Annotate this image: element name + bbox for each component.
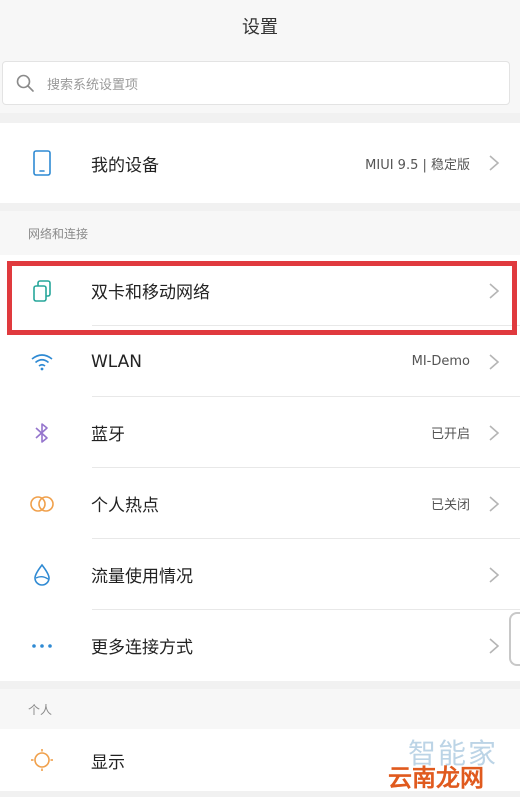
more-connections-row[interactable]: 更多连接方式 xyxy=(0,610,520,681)
top-bar: 设置 xyxy=(0,0,520,52)
wlan-row[interactable]: WLAN MI-Demo xyxy=(0,326,520,397)
hotspot-row[interactable]: 个人热点 已关闭 xyxy=(0,468,520,539)
section-network-label: 网络和连接 xyxy=(28,226,89,241)
dual-sim-mobile-network-row[interactable]: 双卡和移动网络 xyxy=(0,255,520,326)
wlan-value: MI-Demo xyxy=(411,354,470,369)
bluetooth-value: 已开启 xyxy=(430,427,470,442)
my-device-label: 我的设备 xyxy=(91,155,159,176)
chevron-right-icon xyxy=(489,282,500,299)
bluetooth-icon xyxy=(28,419,56,447)
chevron-right-icon xyxy=(489,566,500,583)
my-device-row[interactable]: 我的设备 MIUI 9.5 | 稳定版 xyxy=(0,123,520,203)
section-network-header: 网络和连接 xyxy=(0,211,520,255)
chevron-right-icon xyxy=(489,353,500,370)
wlan-label: WLAN xyxy=(91,351,143,372)
chevron-right-icon xyxy=(489,155,500,171)
hotspot-label: 个人热点 xyxy=(91,496,159,516)
chevron-right-icon xyxy=(489,637,500,654)
data-usage-row[interactable]: 流量使用情况 xyxy=(0,539,520,610)
search-icon xyxy=(16,74,34,92)
scroll-handle[interactable] xyxy=(509,612,520,666)
water-drop-icon xyxy=(28,561,56,589)
wifi-icon xyxy=(28,348,56,376)
spacer xyxy=(0,203,520,211)
data-usage-label: 流量使用情况 xyxy=(91,567,193,587)
search-area: 搜索系统设置项 xyxy=(0,52,520,113)
device-card: 我的设备 MIUI 9.5 | 稳定版 xyxy=(0,123,520,203)
section-personal-header: 个人 xyxy=(0,689,520,729)
sim-cards-icon xyxy=(28,277,56,305)
hotspot-value: 已关闭 xyxy=(430,498,470,513)
my-device-value: MIUI 9.5 | 稳定版 xyxy=(365,157,470,173)
bluetooth-row[interactable]: 蓝牙 已开启 xyxy=(0,397,520,468)
bluetooth-label: 蓝牙 xyxy=(91,425,125,445)
search-placeholder: 搜索系统设置项 xyxy=(47,77,139,93)
page-title: 设置 xyxy=(242,17,278,38)
watermark-bottom: 云南龙网 xyxy=(388,764,484,792)
more-connections-label: 更多连接方式 xyxy=(91,638,193,658)
chevron-right-icon xyxy=(489,424,500,441)
more-dots-icon xyxy=(28,632,56,660)
spacer xyxy=(0,113,520,123)
dual-sim-label: 双卡和移动网络 xyxy=(91,283,210,303)
sun-icon xyxy=(28,746,56,774)
search-input[interactable]: 搜索系统设置项 xyxy=(2,61,510,105)
section-personal-label: 个人 xyxy=(28,702,53,717)
hotspot-icon xyxy=(28,490,56,518)
chevron-right-icon xyxy=(489,495,500,512)
spacer xyxy=(0,681,520,689)
network-card: 双卡和移动网络 WLAN MI-Demo 蓝牙 已开启 个人热点 已关闭 流量使… xyxy=(0,255,520,681)
phone-icon xyxy=(28,149,56,177)
